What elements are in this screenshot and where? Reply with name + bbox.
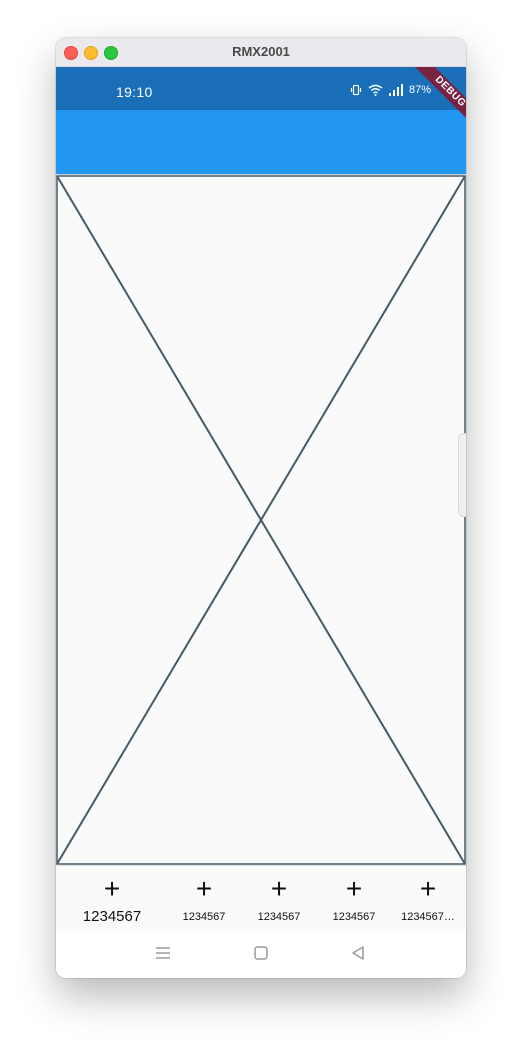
system-navigation-bar xyxy=(56,929,466,978)
add-icon: + xyxy=(103,873,121,904)
menu-icon[interactable] xyxy=(151,941,175,965)
nav-item-1[interactable]: + 1234567 xyxy=(64,866,160,930)
scroll-handle[interactable] xyxy=(458,433,466,517)
home-icon[interactable] xyxy=(249,941,273,965)
status-icons: 87% xyxy=(350,84,431,96)
add-icon: + xyxy=(195,873,213,904)
vibrate-icon xyxy=(350,84,362,96)
add-icon: + xyxy=(419,873,437,904)
nav-item-4[interactable]: + 1234567 xyxy=(318,866,390,930)
add-icon: + xyxy=(270,873,288,904)
nav-item-label: 1234567… xyxy=(401,911,455,923)
app-bar xyxy=(56,110,466,174)
nav-item-2[interactable]: + 1234567 xyxy=(168,866,240,930)
nav-item-label: 1234567 xyxy=(182,911,226,923)
window-titlebar[interactable]: RMX2001 xyxy=(56,38,466,67)
status-time: 19:10 xyxy=(116,84,153,100)
app-window: RMX2001 19:10 87% DEBUG + 1234567 + 1234… xyxy=(56,38,466,978)
wifi-icon xyxy=(368,84,383,96)
add-icon: + xyxy=(345,873,363,904)
window-title: RMX2001 xyxy=(232,44,290,59)
placeholder-area xyxy=(56,175,466,865)
bottom-navigation-bar: + 1234567 + 1234567 + 1234567 + 1234567 … xyxy=(56,865,466,930)
battery-percent: 87% xyxy=(409,84,432,96)
back-icon[interactable] xyxy=(346,941,370,965)
nav-item-label: 1234567 xyxy=(332,911,376,923)
placeholder-graphic xyxy=(56,175,466,865)
nav-item-label: 1234567 xyxy=(257,911,301,923)
signal-icon xyxy=(389,84,403,96)
nav-item-3[interactable]: + 1234567 xyxy=(243,866,315,930)
nav-item-label: 1234567 xyxy=(82,908,142,925)
status-bar: 19:10 87% xyxy=(56,67,466,110)
nav-item-5[interactable]: + 1234567… xyxy=(392,866,464,930)
